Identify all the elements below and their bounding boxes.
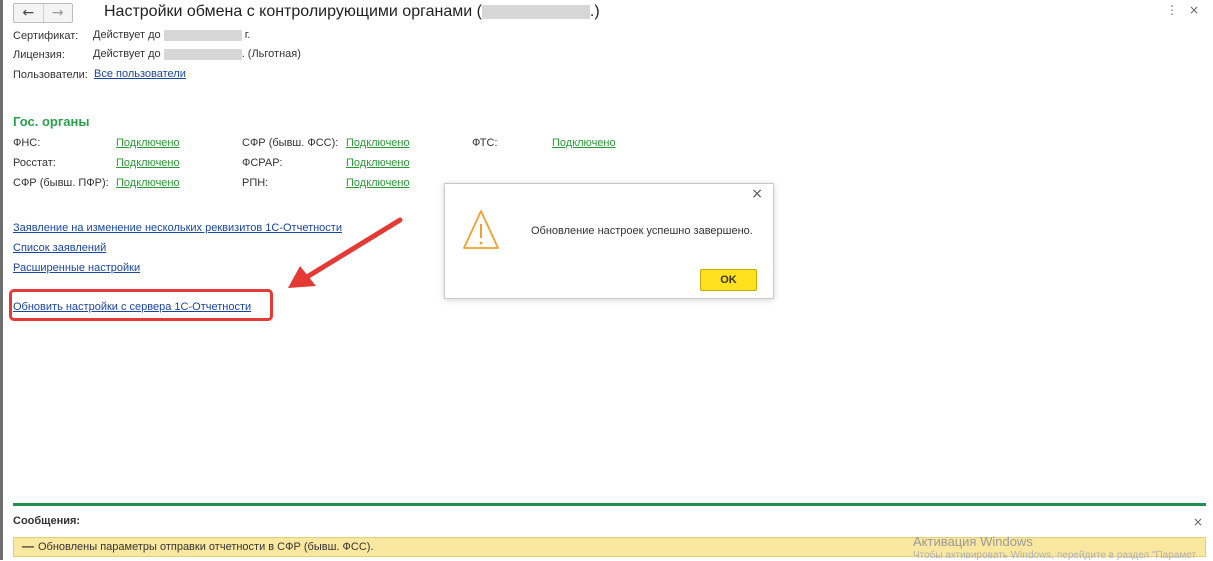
redacted-organization-name (481, 4, 590, 19)
highlight-frame (9, 289, 273, 321)
gov-status-fsrar[interactable]: Подключено (346, 157, 410, 169)
annotation-arrow-icon (288, 217, 403, 288)
redacted-certificate-date (163, 29, 242, 41)
license-value: Действует до . (Льготная) (93, 48, 301, 60)
dialog-close-icon[interactable]: × (751, 186, 763, 202)
gov-status-rosstat[interactable]: Подключено (116, 157, 180, 169)
gov-label-fts: ФТС: (472, 137, 498, 149)
message-dash-icon: — (22, 539, 34, 553)
dialog-message: Обновление настроек успешно завершено. (531, 225, 753, 237)
license-label: Лицензия: (13, 49, 65, 61)
close-window-icon[interactable]: × (1189, 3, 1199, 17)
advanced-settings-link[interactable]: Расширенные настройки (13, 262, 140, 274)
all-users-link[interactable]: Все пользователи (94, 68, 186, 80)
messages-title: Сообщения: (13, 515, 81, 527)
gov-label-sfr-pfr: СФР (бывш. ПФР): (13, 177, 109, 189)
gov-section-title: Гос. органы (13, 114, 90, 129)
gov-label-rpn: РПН: (242, 177, 269, 189)
users-label: Пользователи: (13, 69, 88, 81)
gov-label-fsrar: ФСРАР: (242, 157, 283, 169)
success-dialog: × Обновление настроек успешно завершено.… (444, 183, 774, 299)
gov-label-sfr-fss: СФР (бывш. ФСС): (242, 137, 339, 149)
more-actions-icon[interactable]: ⋮ (1166, 3, 1178, 17)
window-left-edge (0, 0, 3, 560)
gov-status-fts[interactable]: Подключено (552, 137, 616, 149)
warning-triangle-icon (463, 210, 499, 249)
navigation-buttons: ← → (13, 3, 73, 23)
gov-status-sfr-fss[interactable]: Подключено (346, 137, 410, 149)
gov-label-fns: ФНС: (13, 137, 41, 149)
certificate-value: Действует до г. (93, 29, 251, 41)
windows-activation-hint: Чтобы активировать Windows, перейдите в … (913, 550, 1197, 561)
messages-divider (13, 503, 1206, 506)
message-text: Обновлены параметры отправки отчетности … (38, 541, 374, 553)
redacted-license-date (163, 48, 242, 60)
windows-activation-title: Активация Windows (913, 534, 1033, 549)
gov-label-rosstat: Росстат: (13, 157, 56, 169)
gov-status-sfr-pfr[interactable]: Подключено (116, 177, 180, 189)
ok-button[interactable]: OK (700, 269, 757, 291)
messages-close-icon[interactable]: × (1193, 515, 1203, 529)
certificate-label: Сертификат: (13, 30, 79, 42)
gov-status-rpn[interactable]: Подключено (346, 177, 410, 189)
applications-list-link[interactable]: Список заявлений (13, 242, 106, 254)
page-title: Настройки обмена с контролирующими орган… (104, 3, 600, 20)
gov-status-fns[interactable]: Подключено (116, 137, 180, 149)
back-arrow-icon[interactable]: ← (14, 4, 43, 22)
forward-arrow-icon[interactable]: → (42, 4, 73, 22)
